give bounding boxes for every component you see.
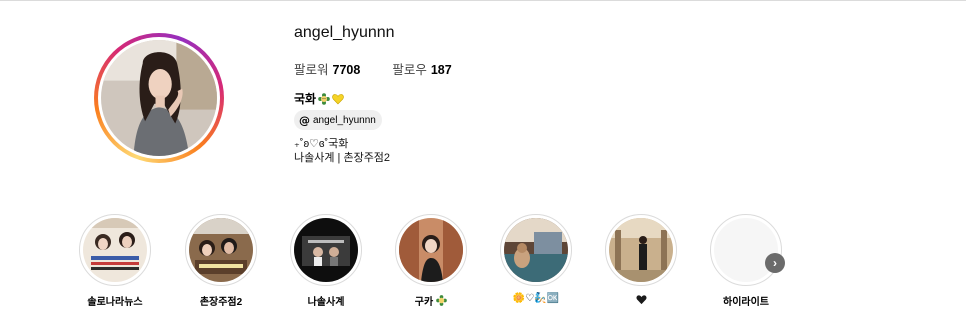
highlight-nasol[interactable]: 나솔사계	[289, 214, 363, 308]
highlight-label: 하이라이트	[723, 297, 769, 308]
highlight-hall[interactable]	[604, 214, 678, 305]
profile-username: angel_hyunnn	[294, 24, 395, 41]
highlight-solonara-news[interactable]: 솔로나라뉴스	[78, 214, 152, 308]
highlight-label: 구카	[394, 293, 468, 308]
highlight-cover	[500, 214, 572, 286]
flower-face-emoji	[435, 295, 447, 307]
top-divider	[0, 0, 966, 1]
display-name-text: 국화	[294, 92, 317, 106]
followers-count: 7708	[332, 63, 361, 77]
highlight-thumb-hall	[609, 218, 673, 282]
threads-icon: @	[299, 113, 310, 127]
threads-handle: angel_hyunnn	[313, 114, 376, 126]
yellow-heart-emoji	[332, 93, 344, 105]
highlight-guka[interactable]: 구카	[394, 214, 468, 308]
highlight-cover	[290, 214, 362, 286]
bio-line-2: 나솔사계 | 촌장주점2	[294, 152, 391, 164]
highlight-thumb-show	[294, 218, 358, 282]
highlight-pub[interactable]: 촌장주점2	[184, 214, 258, 308]
highlight-cover	[710, 214, 782, 286]
following-label: 팔로우	[392, 63, 427, 77]
threads-link[interactable]: @ angel_hyunnn	[294, 110, 382, 130]
highlight-cover	[185, 214, 257, 286]
highlight-thumb-empty	[714, 218, 778, 282]
flower-face-emoji	[318, 92, 330, 105]
avatar-photo	[101, 40, 217, 156]
highlight-cover	[79, 214, 151, 286]
profile-stats: 팔로워 7708 팔로우 187	[294, 59, 452, 78]
highlight-label	[604, 293, 678, 305]
highlight-label: 솔로나라뉴스	[87, 297, 143, 308]
black-heart-emoji	[635, 293, 647, 305]
avatar-image	[101, 40, 217, 156]
highlight-label: 촌장주점2	[199, 297, 243, 308]
highlight-label: 🌼♡🧞🆗	[499, 293, 573, 304]
highlight-cover	[605, 214, 677, 286]
highlight-room[interactable]: 🌼♡🧞🆗	[499, 214, 573, 304]
profile-avatar[interactable]	[94, 33, 224, 163]
chevron-right-icon[interactable]: ›	[765, 253, 785, 273]
followers-link[interactable]: 팔로워 7708	[294, 59, 360, 78]
highlight-thumb-pub	[189, 218, 253, 282]
highlight-thumb-room	[504, 218, 568, 282]
followers-label: 팔로워	[294, 63, 329, 77]
highlight-label: 나솔사계	[307, 297, 345, 308]
highlight-thumb-portrait	[399, 218, 463, 282]
following-link[interactable]: 팔로우 187	[392, 59, 451, 78]
highlight-emoji-string: 🌼♡🧞🆗	[512, 293, 560, 304]
profile-display-name: 국화	[294, 90, 344, 107]
following-count: 187	[430, 63, 452, 77]
highlight-cover	[395, 214, 467, 286]
highlight-thumb-news	[83, 218, 147, 282]
